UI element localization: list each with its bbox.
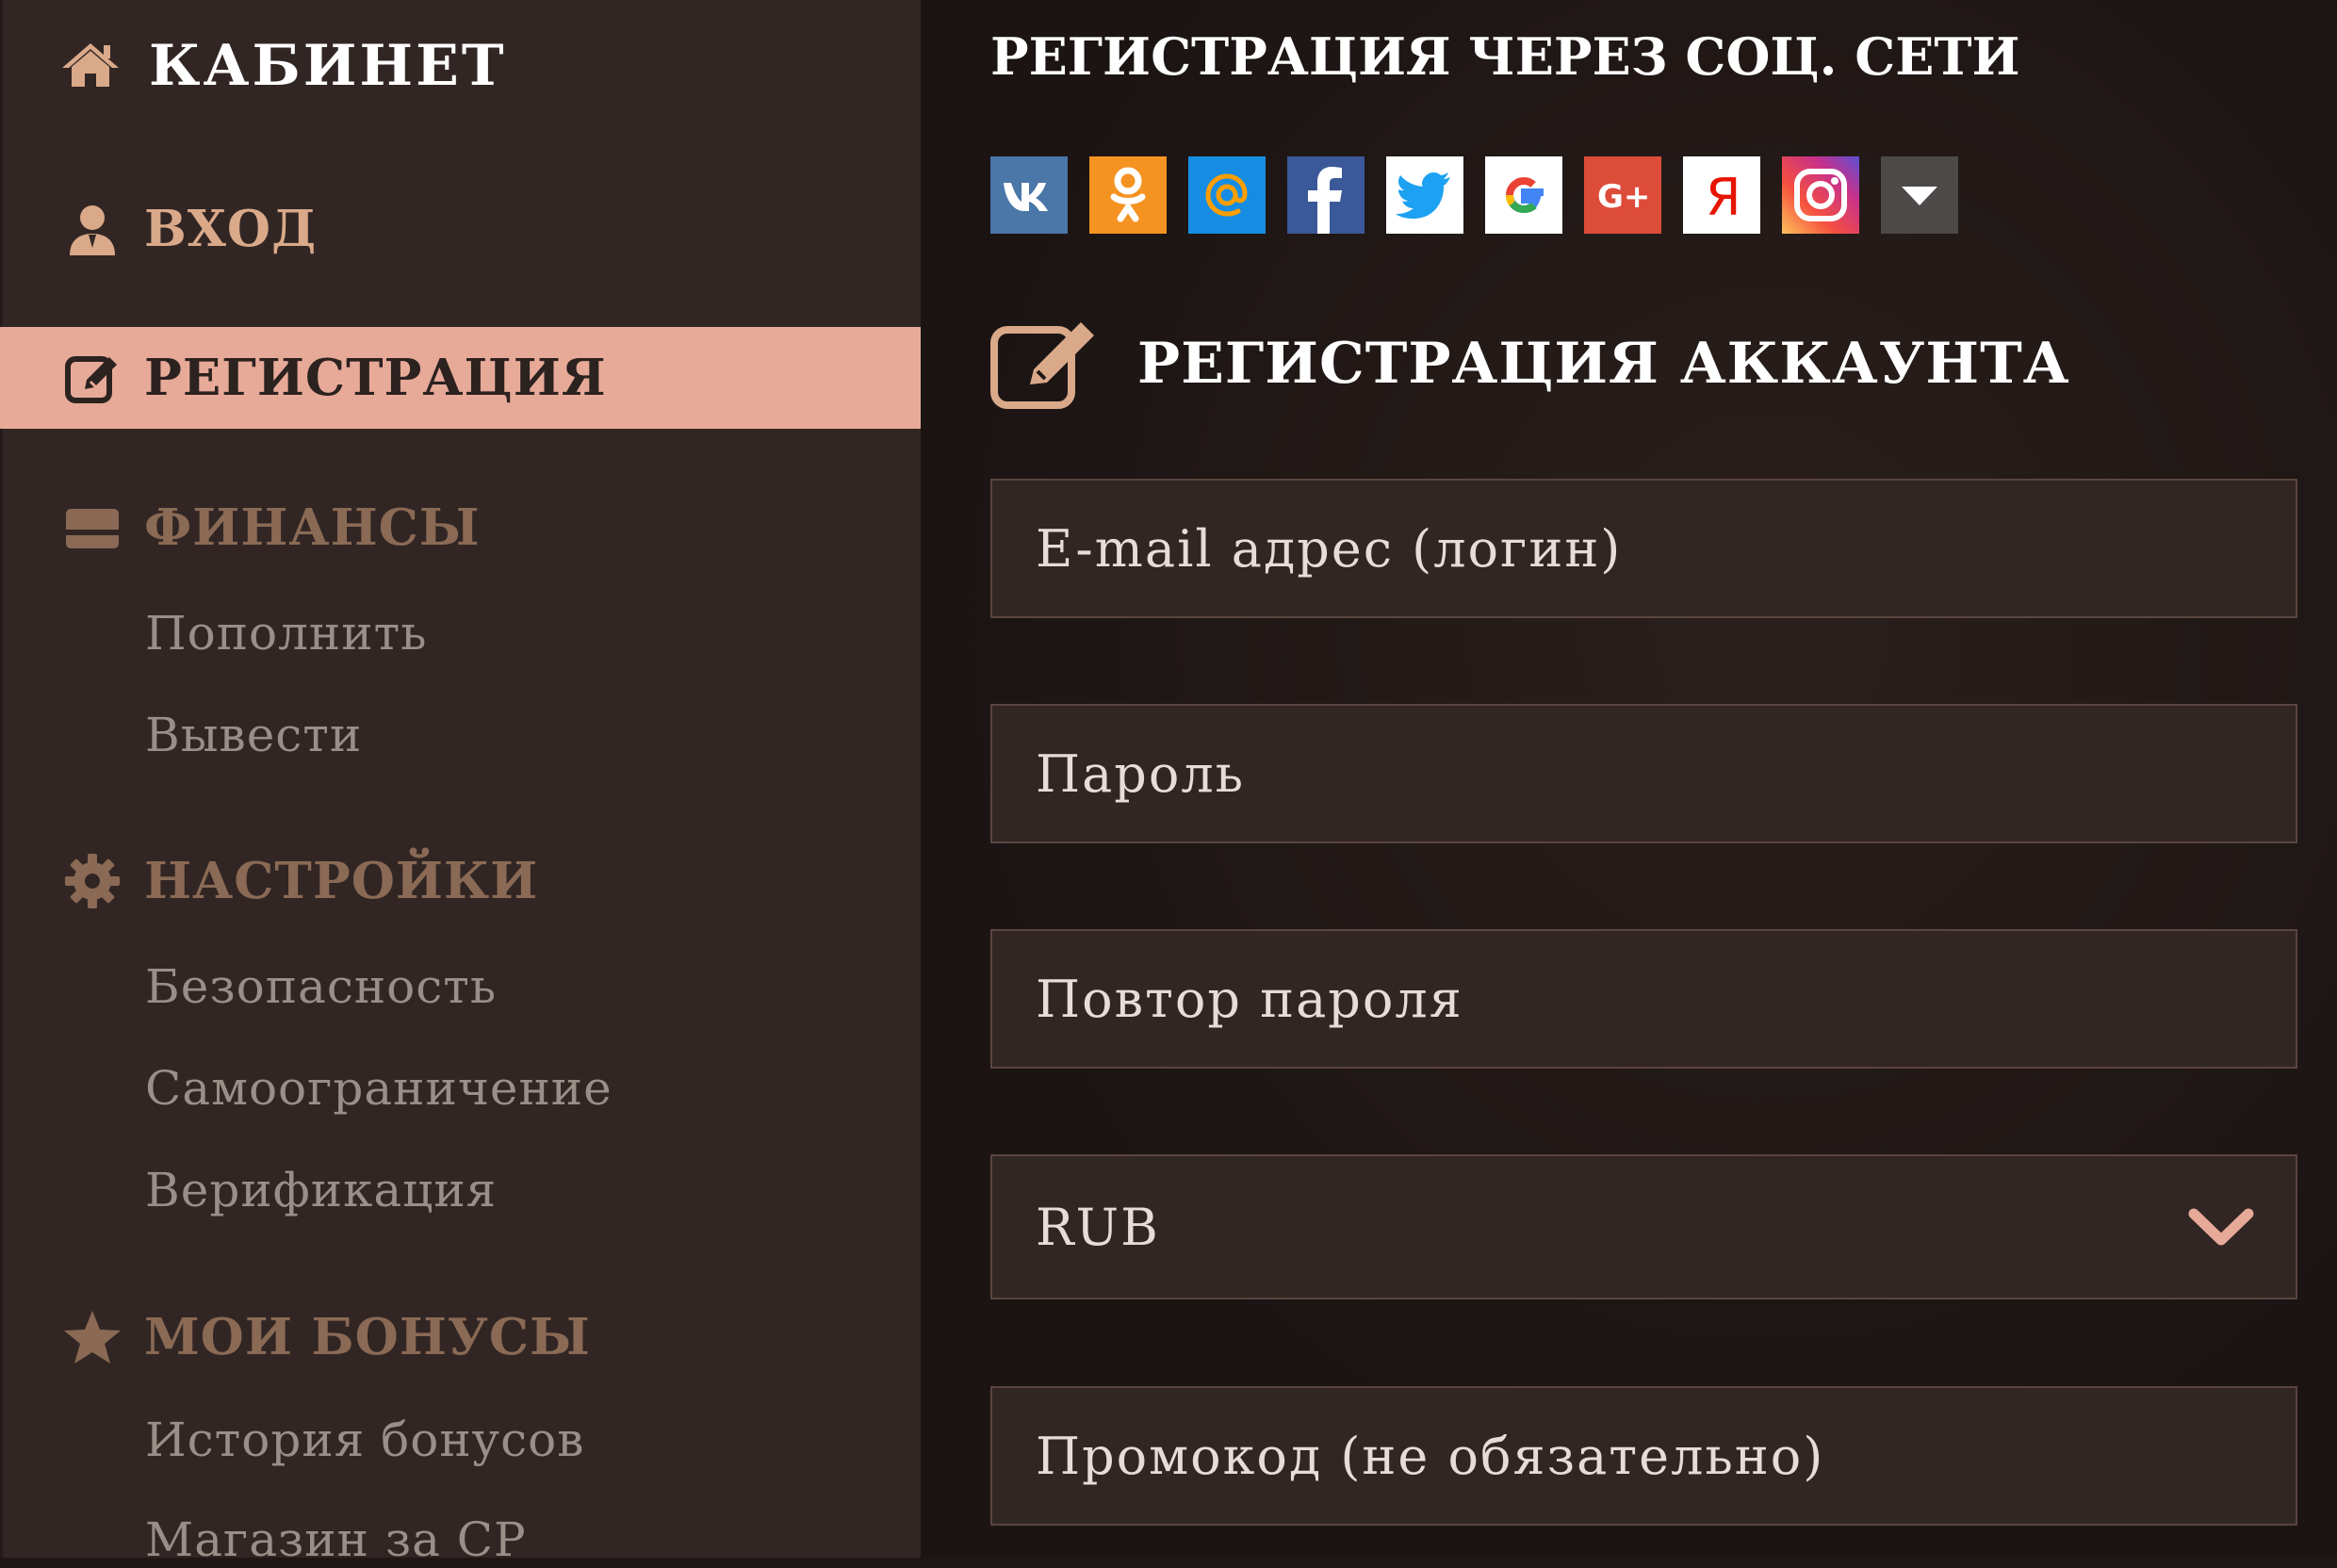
main-panel: РЕГИСТРАЦИЯ ЧЕРЕЗ СОЦ. СЕТИ G+ Я РЕГИСТР…: [921, 0, 2337, 1558]
instagram-login-button[interactable]: [1782, 156, 1859, 234]
svg-text:G+: G+: [1597, 178, 1650, 216]
password-field[interactable]: Пароль: [990, 704, 2297, 843]
edit-icon: [65, 356, 117, 403]
svg-text:Я: Я: [1706, 168, 1741, 227]
google-icon: [1485, 156, 1562, 234]
section-title: ФИНАНСЫ: [144, 498, 481, 557]
currency-value: RUB: [1036, 1197, 1160, 1257]
sidebar-item-login[interactable]: ВХОД: [0, 179, 921, 279]
social-login-row: G+ Я: [990, 156, 1980, 234]
sidebar-item-self-limit[interactable]: Самоограничение: [145, 1060, 613, 1117]
twitter-icon: [1386, 156, 1463, 234]
vk-icon: [990, 156, 1068, 234]
sidebar-item-withdraw[interactable]: Вывести: [145, 707, 362, 763]
sidebar-item-security[interactable]: Безопасность: [145, 958, 497, 1015]
promo-code-field[interactable]: Промокод (не обязательно): [990, 1386, 2297, 1526]
user-icon: [70, 205, 115, 255]
email-field[interactable]: E-mail адрес (логин): [990, 479, 2297, 618]
yandex-login-button[interactable]: Я: [1683, 156, 1760, 234]
password-placeholder: Пароль: [1036, 743, 1246, 804]
google-plus-login-button[interactable]: G+: [1584, 156, 1661, 234]
sidebar-section-bonuses: МОИ БОНУСЫ: [0, 1287, 921, 1387]
social-registration-title: РЕГИСТРАЦИЯ ЧЕРЕЗ СОЦ. СЕТИ: [990, 26, 2020, 87]
account-registration-header: РЕГИСТРАЦИЯ АККАУНТА: [990, 317, 2070, 411]
chevron-down-icon: [2188, 1208, 2254, 1246]
password-repeat-field[interactable]: Повтор пароля: [990, 929, 2297, 1069]
mailru-icon: [1188, 156, 1266, 234]
odnoklassniki-login-button[interactable]: [1089, 156, 1167, 234]
facebook-login-button[interactable]: [1287, 156, 1365, 234]
sidebar-item-label: ВХОД: [144, 200, 318, 258]
star-icon: [64, 1311, 121, 1364]
sidebar-item-verification[interactable]: Верификация: [145, 1162, 497, 1218]
yandex-icon: Я: [1683, 156, 1760, 234]
google-login-button[interactable]: [1485, 156, 1562, 234]
sidebar-item-cp-shop[interactable]: Магазин за CP: [145, 1511, 527, 1568]
promo-code-placeholder: Промокод (не обязательно): [1036, 1426, 1825, 1486]
home-icon: [62, 43, 119, 87]
mailru-login-button[interactable]: [1188, 156, 1266, 234]
sidebar-section-settings: НАСТРОЙКИ: [0, 831, 921, 931]
email-placeholder: E-mail адрес (логин): [1036, 518, 1623, 579]
account-registration-title: РЕГИСТРАЦИЯ АККАУНТА: [1137, 331, 2070, 397]
more-social-dropdown[interactable]: [1881, 156, 1958, 234]
sidebar-item-bonus-history[interactable]: История бонусов: [145, 1412, 584, 1468]
section-title: НАСТРОЙКИ: [144, 852, 539, 910]
cabinet-title: КАБИНЕТ: [149, 33, 507, 99]
sidebar-section-finance: ФИНАНСЫ: [0, 478, 921, 578]
sidebar-item-label: РЕГИСТРАЦИЯ: [144, 349, 607, 407]
instagram-icon: [1782, 156, 1859, 234]
sidebar-item-register[interactable]: РЕГИСТРАЦИЯ: [0, 327, 921, 429]
caret-down-icon: [1881, 156, 1958, 234]
currency-select[interactable]: RUB: [990, 1154, 2297, 1299]
odnoklassniki-icon: [1089, 156, 1167, 234]
section-title: МОИ БОНУСЫ: [144, 1308, 591, 1366]
sidebar-item-deposit[interactable]: Пополнить: [145, 605, 427, 662]
edit-icon: [990, 322, 1094, 409]
vk-login-button[interactable]: [990, 156, 1068, 234]
cabinet-header: КАБИНЕТ: [60, 32, 506, 100]
gear-icon: [65, 854, 120, 908]
credit-card-icon: [66, 509, 119, 548]
google-plus-icon: G+: [1584, 156, 1661, 234]
sidebar: КАБИНЕТ ВХОД РЕГИСТРАЦИЯ ФИНАНСЫ Пополни…: [0, 0, 921, 1567]
password-repeat-placeholder: Повтор пароля: [1036, 969, 1463, 1029]
facebook-icon: [1287, 156, 1365, 234]
twitter-login-button[interactable]: [1386, 156, 1463, 234]
